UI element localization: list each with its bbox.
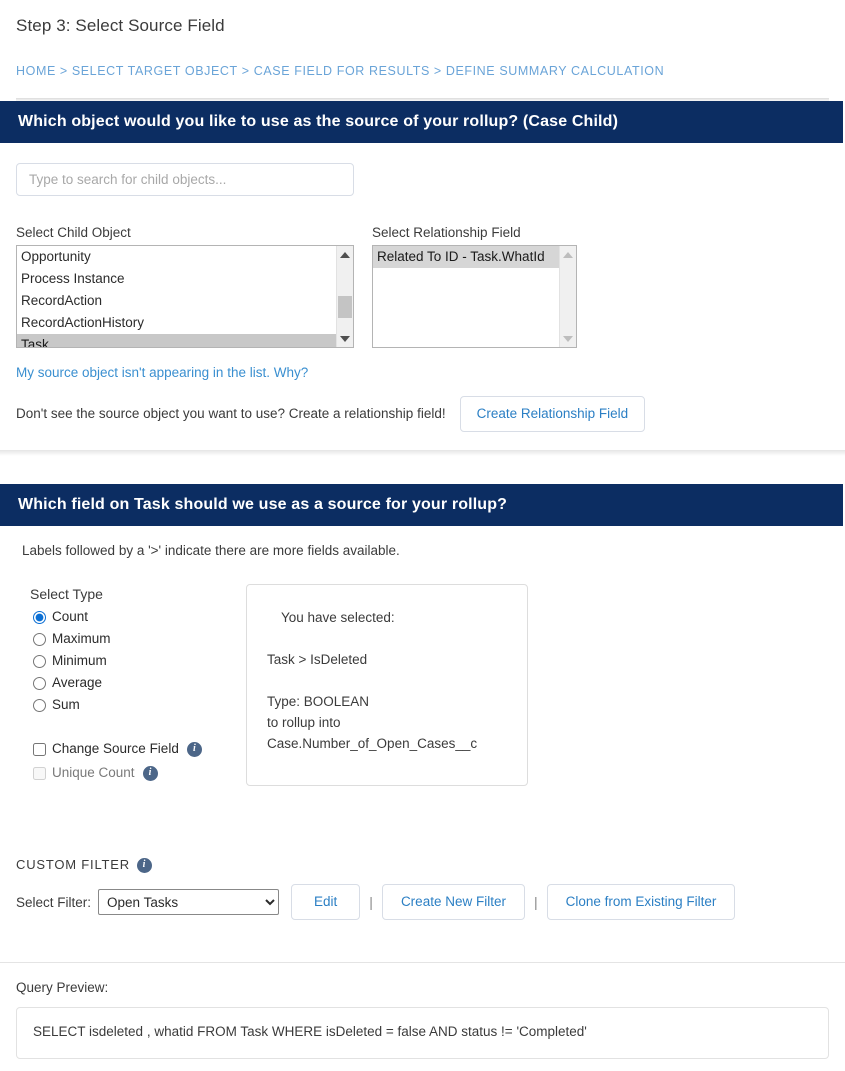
custom-filter-title-row: CUSTOM FILTER i	[16, 856, 829, 874]
checkbox-option-unique-count[interactable]: Unique Count i	[30, 762, 216, 784]
query-preview-label: Query Preview:	[16, 980, 109, 995]
scroll-up-icon[interactable]	[337, 246, 353, 263]
source-object-section-body: Select Child Object Opportunity Process …	[0, 143, 845, 450]
custom-filter-title: CUSTOM FILTER	[16, 857, 130, 872]
breadcrumb-item-define-summary-calculation[interactable]: DEFINE SUMMARY CALCULATION	[446, 64, 664, 78]
radio-minimum[interactable]	[33, 654, 46, 668]
list-item[interactable]: RecordAction	[17, 290, 336, 312]
radio-maximum[interactable]	[33, 632, 46, 646]
select-type-label: Select Type	[30, 586, 103, 602]
custom-filter-section: CUSTOM FILTER i Select Filter: Open Task…	[0, 838, 845, 920]
radio-label: Average	[52, 675, 103, 690]
source-field-section-body: Labels followed by a '>' indicate there …	[0, 526, 845, 792]
radio-label: Maximum	[52, 631, 111, 646]
relationship-field-listbox[interactable]: Related To ID - Task.WhatId	[372, 245, 577, 348]
radio-option-count[interactable]: Count	[30, 606, 216, 628]
breadcrumb-item-select-target-object[interactable]: SELECT TARGET OBJECT	[72, 64, 238, 78]
object-selection-row: Select Child Object Opportunity Process …	[16, 224, 829, 348]
selected-field-summary-panel: You have selected: Task > IsDeleted Type…	[246, 584, 528, 786]
radio-label: Minimum	[52, 653, 107, 668]
radio-option-average[interactable]: Average	[30, 672, 216, 694]
info-icon[interactable]: i	[136, 857, 152, 873]
relationship-hint-text: Don't see the source object you want to …	[16, 406, 446, 421]
breadcrumb-separator: >	[241, 64, 250, 78]
source-object-help-link[interactable]: My source object isn't appearing in the …	[16, 365, 308, 380]
radio-option-sum[interactable]: Sum	[30, 694, 216, 716]
radio-option-maximum[interactable]: Maximum	[30, 628, 216, 650]
list-item-selected[interactable]: Related To ID - Task.WhatId	[373, 246, 559, 268]
section-gap	[0, 456, 845, 484]
child-object-list: Opportunity Process Instance RecordActio…	[17, 246, 336, 347]
scrollbar-thumb[interactable]	[338, 296, 352, 318]
radio-average[interactable]	[33, 676, 46, 690]
checkbox-change-source-field[interactable]	[33, 742, 46, 756]
selected-field-path: Task > IsDeleted	[267, 652, 368, 667]
page-header: Step 3: Select Source Field HOME > SELECT …	[0, 0, 845, 101]
list-item[interactable]: Opportunity	[17, 246, 336, 268]
checkbox-option-change-source-field[interactable]: Change Source Field i	[30, 738, 216, 760]
info-icon[interactable]: i	[186, 741, 202, 757]
relationship-field-list: Related To ID - Task.WhatId	[373, 246, 559, 347]
selected-rollup-into-label: to rollup into	[267, 715, 341, 730]
rollup-type-column: Select Type Count Maximum Minimum Averag…	[16, 584, 216, 786]
radio-count[interactable]	[33, 610, 46, 624]
custom-filter-controls: Select Filter: Open Tasks Edit | Create …	[16, 884, 829, 920]
source-field-section-header: Which field on Task should we use as a s…	[0, 484, 843, 526]
source-object-section: Which object would you like to use as th…	[0, 101, 845, 456]
selected-target-field: Case.Number_of_Open_Cases__c	[267, 736, 478, 751]
source-object-section-header: Which object would you like to use as th…	[0, 101, 843, 143]
rollup-checkbox-group: Change Source Field i Unique Count i	[30, 738, 216, 784]
query-preview-section: Query Preview: SELECT isdeleted , whatid…	[0, 963, 845, 1059]
relationship-field-scrollbar[interactable]	[559, 246, 576, 347]
divider: |	[369, 894, 373, 910]
query-preview-text: SELECT isdeleted , whatid FROM Task WHER…	[16, 1007, 829, 1059]
page-title: Step 3: Select Source Field	[16, 16, 225, 35]
radio-label: Count	[52, 609, 89, 624]
create-new-filter-button[interactable]: Create New Filter	[381, 884, 525, 920]
radio-option-minimum[interactable]: Minimum	[30, 650, 216, 672]
selected-summary-heading: You have selected:	[281, 610, 395, 625]
checkbox-unique-count[interactable]	[33, 766, 46, 780]
breadcrumb-separator: >	[59, 64, 68, 78]
edit-filter-button[interactable]: Edit	[291, 884, 361, 920]
list-item[interactable]: Process Instance	[17, 268, 336, 290]
scroll-down-icon[interactable]	[337, 330, 353, 347]
divider: |	[533, 894, 538, 910]
breadcrumb: HOME > SELECT TARGET OBJECT > CASE FIELD FOR…	[16, 64, 829, 78]
scroll-up-icon	[560, 246, 576, 263]
child-object-column: Select Child Object Opportunity Process …	[16, 224, 354, 348]
checkbox-label: Change Source Field	[52, 741, 179, 756]
radio-label: Sum	[52, 697, 80, 712]
clone-from-existing-filter-button[interactable]: Clone from Existing Filter	[546, 884, 736, 920]
scroll-down-icon	[560, 330, 576, 347]
relationship-field-column: Select Relationship Field Related To ID …	[372, 224, 577, 348]
relationship-field-label: Select Relationship Field	[372, 225, 521, 240]
child-object-scrollbar[interactable]	[336, 246, 353, 347]
breadcrumb-separator: >	[433, 64, 442, 78]
list-item[interactable]: RecordActionHistory	[17, 312, 336, 334]
child-object-search-input[interactable]	[16, 163, 354, 196]
checkbox-label: Unique Count	[52, 765, 135, 780]
child-object-label: Select Child Object	[16, 225, 131, 240]
radio-sum[interactable]	[33, 698, 46, 712]
create-relationship-row: Don't see the source object you want to …	[16, 396, 829, 432]
breadcrumb-item-case-field-for-results[interactable]: CASE FIELD FOR RESULTS	[254, 64, 430, 78]
info-icon[interactable]: i	[142, 765, 158, 781]
source-field-section: Which field on Task should we use as a s…	[0, 484, 845, 1059]
child-object-listbox[interactable]: Opportunity Process Instance RecordActio…	[16, 245, 354, 348]
breadcrumb-item-home[interactable]: HOME	[16, 64, 56, 78]
select-filter-label: Select Filter:	[16, 894, 92, 910]
field-hint-text: Labels followed by a '>' indicate there …	[22, 543, 400, 558]
list-item-selected[interactable]: Task	[17, 334, 336, 347]
selected-field-type: Type: BOOLEAN	[267, 694, 370, 709]
create-relationship-field-button[interactable]: Create Relationship Field	[459, 396, 646, 432]
filter-select[interactable]: Open Tasks	[98, 889, 280, 915]
rollup-type-row: Select Type Count Maximum Minimum Averag…	[16, 584, 829, 786]
